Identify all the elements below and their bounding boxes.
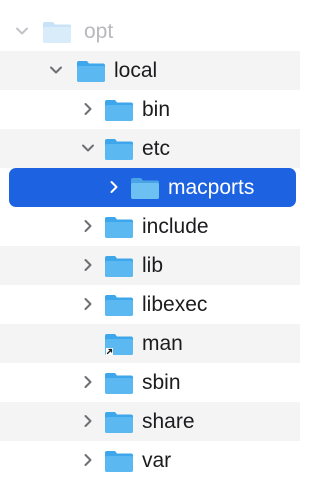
folder-icon <box>76 59 106 83</box>
tree-row-var[interactable]: var <box>0 441 300 480</box>
folder-icon <box>104 449 134 473</box>
tree-row-etc[interactable]: etc <box>0 129 300 168</box>
tree-row-label: share <box>142 410 195 433</box>
tree-row-label: include <box>142 215 209 238</box>
folder-icon <box>42 20 72 44</box>
tree-row-label: sbin <box>142 371 181 394</box>
folder-icon <box>104 98 134 122</box>
folder-icon <box>104 293 134 317</box>
tree-row-macports[interactable]: macports <box>9 168 296 207</box>
folder-icon <box>104 371 134 395</box>
tree-row-label: lib <box>142 254 164 277</box>
folder-alias-icon <box>104 332 134 356</box>
tree-row-label: etc <box>142 137 171 160</box>
chevron-down-icon[interactable] <box>48 62 64 78</box>
folder-icon <box>104 215 134 239</box>
tree-row-label: bin <box>142 98 171 121</box>
chevron-right-icon[interactable] <box>80 257 96 273</box>
tree-row-opt[interactable]: opt <box>0 12 300 51</box>
chevron-right-icon[interactable] <box>80 374 96 390</box>
folder-icon <box>104 254 134 278</box>
tree-row-label: var <box>142 449 172 472</box>
tree-row-libexec[interactable]: libexec <box>0 285 300 324</box>
chevron-down-icon[interactable] <box>14 23 30 39</box>
chevron-right-icon[interactable] <box>80 101 96 117</box>
tree-row-label: macports <box>168 176 255 199</box>
chevron-right-icon[interactable] <box>80 413 96 429</box>
tree-row-sbin[interactable]: sbin <box>0 363 300 402</box>
tree-row-label: opt <box>84 20 114 43</box>
tree-row-label: libexec <box>142 293 208 316</box>
tree-row-label: man <box>142 332 183 355</box>
folder-icon <box>130 176 160 200</box>
tree-row-local[interactable]: local <box>0 51 300 90</box>
tree-row-label: local <box>114 59 158 82</box>
folder-tree: opt local bin etc macports include lib l… <box>0 0 300 480</box>
folder-icon <box>104 137 134 161</box>
tree-row-share[interactable]: share <box>0 402 300 441</box>
chevron-right-icon[interactable] <box>106 179 122 195</box>
tree-row-man[interactable]: man <box>0 324 300 363</box>
chevron-right-icon[interactable] <box>80 218 96 234</box>
chevron-right-icon[interactable] <box>80 296 96 312</box>
chevron-right-icon[interactable] <box>80 452 96 468</box>
tree-row-include[interactable]: include <box>0 207 300 246</box>
folder-icon <box>104 410 134 434</box>
tree-row-bin[interactable]: bin <box>0 90 300 129</box>
chevron-down-icon[interactable] <box>80 140 96 156</box>
tree-row-lib[interactable]: lib <box>0 246 300 285</box>
